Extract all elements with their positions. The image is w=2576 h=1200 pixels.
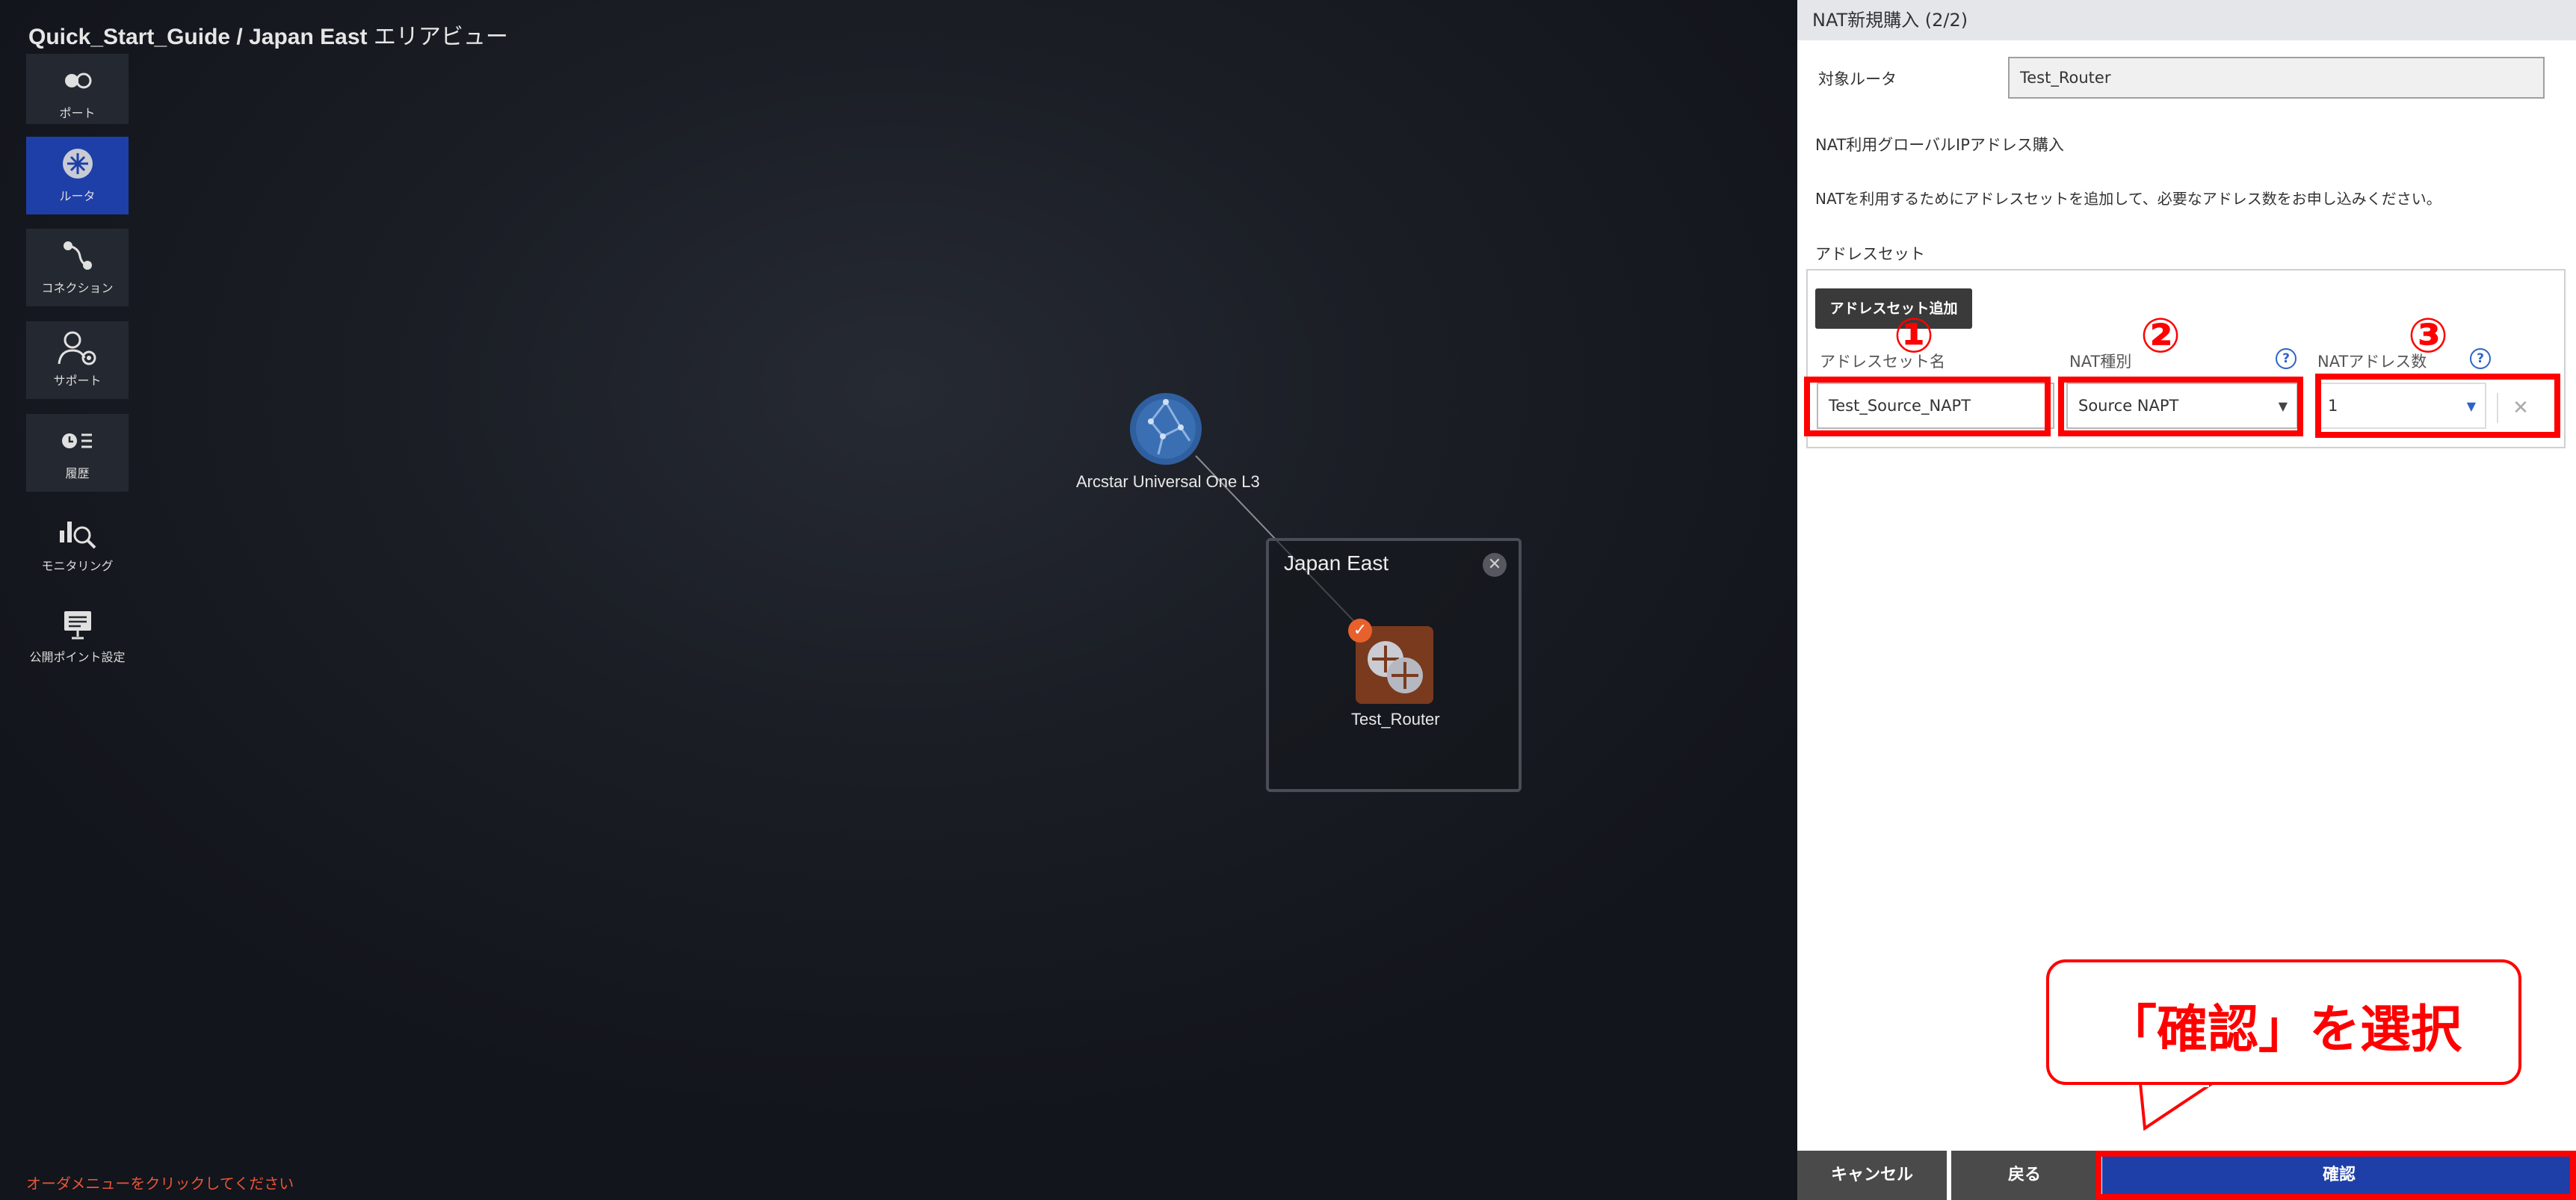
help-icon[interactable]: ?	[2276, 348, 2297, 369]
callout-bubble: 「確認」を選択	[2046, 959, 2521, 1085]
back-button[interactable]: 戻る	[1951, 1151, 2098, 1200]
column-header-nat-type: NAT種別	[2069, 353, 2132, 371]
check-icon: ✓	[1348, 619, 1372, 643]
annotation-box-confirm	[2095, 1151, 2576, 1200]
annotation-marker-2: ②	[2140, 309, 2181, 364]
target-router-value: Test_Router	[2020, 69, 2111, 87]
annotation-box-3	[2315, 374, 2560, 438]
footer-message: オーダメニューをクリックしてください	[26, 1175, 294, 1193]
cancel-button[interactable]: キャンセル	[1797, 1151, 1947, 1200]
annotation-marker-1: ①	[1894, 309, 1935, 364]
address-set-heading: アドレスセット	[1815, 245, 1925, 263]
region-title: Japan East	[1284, 551, 1389, 575]
annotation-box-2	[2058, 377, 2303, 436]
router-label: Test_Router	[1351, 710, 1440, 729]
global-ip-heading: NAT利用グローバルIPアドレス購入	[1815, 136, 2064, 154]
help-icon[interactable]: ?	[2470, 348, 2491, 369]
annotation-box-1	[1804, 377, 2051, 436]
network-globe-icon[interactable]	[1128, 392, 1203, 466]
target-router-field: Test_Router	[2008, 57, 2545, 99]
topology-canvas[interactable]: Quick_Start_Guide / Japan East エリアビュー ポー…	[0, 0, 1797, 1200]
target-router-label: 対象ルータ	[1818, 70, 1897, 88]
connection-line	[1195, 455, 1361, 628]
panel-title: NAT新規購入 (2/2)	[1797, 0, 2576, 40]
network-node-label: Arcstar Universal One L3	[1076, 472, 1260, 491]
callout-text: 「確認」を選択	[2105, 1000, 2462, 1060]
callout-tail	[2138, 1082, 2217, 1131]
annotation-marker-3: ③	[2408, 309, 2449, 364]
close-icon[interactable]: ✕	[1483, 553, 1507, 577]
instruction-text: NATを利用するためにアドレスセットを追加して、必要なアドレス数をお申し込みくだ…	[1815, 190, 2441, 208]
